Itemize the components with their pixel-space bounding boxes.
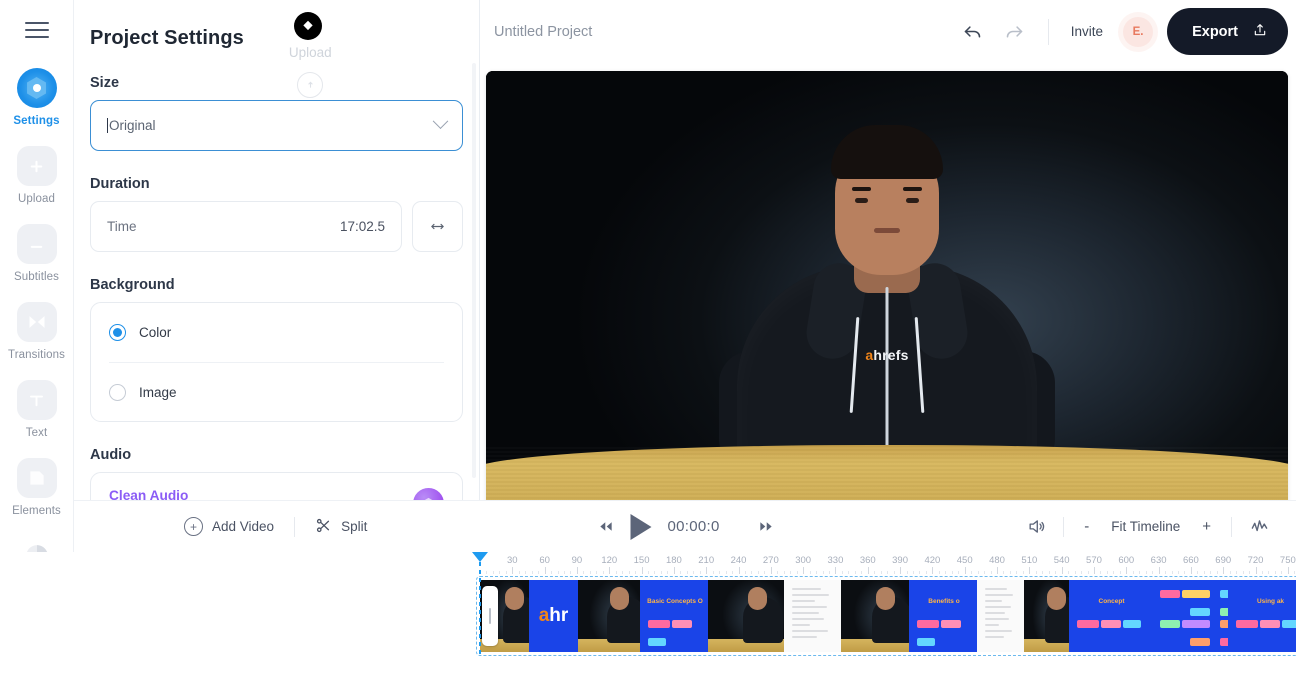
rewind-icon[interactable] [598, 518, 615, 535]
split-label: Split [341, 519, 368, 534]
share-upload-icon [1252, 22, 1268, 42]
export-button-label: Export [1192, 23, 1238, 40]
sidebar-item-settings[interactable]: Settings [0, 68, 74, 127]
radio-color[interactable] [109, 324, 126, 341]
plus-icon [16, 146, 57, 186]
paint-bucket-icon[interactable] [293, 12, 322, 40]
transport-controls: 00:00:0 [598, 513, 775, 540]
playhead-handle-icon[interactable] [472, 552, 488, 562]
zoom-out-button[interactable]: - [1074, 518, 1099, 535]
subtitles-icon [16, 224, 57, 264]
transitions-icon [16, 302, 57, 342]
sidebar-item-elements[interactable]: Elements [0, 458, 74, 517]
timeline-zoom-controls: - Fit Timeline + [1019, 510, 1276, 544]
timeline-clip-thumbnail[interactable]: Concept [1069, 580, 1152, 652]
invite-button[interactable]: Invite [1065, 24, 1109, 39]
background-card: Color #000000 Image Upload [90, 12, 463, 422]
playbar-divider-2 [1063, 516, 1065, 537]
sidebar-item-text[interactable]: Text [0, 380, 74, 439]
speaker-volume-icon[interactable] [1019, 510, 1053, 544]
gear-icon [16, 68, 57, 108]
avatar[interactable]: E. [1123, 16, 1154, 47]
sidebar-item-transitions[interactable]: Transitions [0, 302, 74, 361]
toolbar-divider [1047, 18, 1049, 45]
undo-arrow-icon[interactable] [956, 15, 990, 49]
timeline: 30 60 90 120 150 180 210 240 270 300 330 360 390 420 4… [0, 552, 1296, 695]
hamburger-icon[interactable] [24, 22, 49, 38]
timeline-track: a hr Basic Concepts O Benefits o Concept Usin… [476, 576, 1296, 656]
background-image-row[interactable]: Image Upload [109, 45, 444, 421]
scissors-icon [315, 517, 332, 537]
duration-field-label: Time [107, 219, 137, 234]
timeline-clip-thumbnail[interactable] [784, 580, 841, 652]
radio-image[interactable] [109, 383, 126, 401]
waveform-icon[interactable] [1242, 510, 1276, 544]
current-timecode: 00:00:0 [667, 518, 720, 535]
trim-handle-left[interactable] [482, 586, 498, 646]
sidebar-item-subtitles[interactable]: Subtitles [0, 224, 74, 283]
hoodie-brand-logo: ahrefs [865, 347, 909, 363]
fit-timeline-button[interactable]: Fit Timeline [1099, 519, 1192, 534]
timeline-clip-thumbnail[interactable] [578, 580, 640, 652]
timeline-ticks: 30 60 90 120 150 180 210 240 270 300 330 360 390 420 4… [480, 552, 1296, 574]
sidebar-item-label: Text [25, 427, 48, 439]
timeline-ruler[interactable]: 30 60 90 120 150 180 210 240 270 300 330 360 390 420 4… [472, 552, 1296, 656]
redo-arrow-icon[interactable] [998, 15, 1032, 49]
timeline-clip-thumbnail[interactable] [1152, 580, 1228, 652]
split-button[interactable]: Split [315, 517, 367, 537]
playback-toolbar: + Add Video Split 00:00:0 - Fit Timeline… [74, 500, 1296, 552]
timeline-clip-thumbnail[interactable] [708, 580, 784, 652]
timeline-clip-thumbnail[interactable]: Basic Concepts O [640, 580, 708, 652]
text-t-icon [16, 380, 57, 420]
timeline-clip-thumbnail[interactable] [1024, 580, 1069, 652]
sidebar-item-label: Settings [13, 115, 60, 127]
timeline-clip-thumbnail[interactable]: Benefits o [909, 580, 977, 652]
playhead-line [479, 562, 481, 656]
video-editor-app: Settings Upload Subtitles Transitions Te [0, 0, 1296, 695]
playbar-divider-3 [1231, 516, 1232, 537]
size-select-value: Original [109, 118, 156, 133]
fast-forward-icon[interactable] [758, 518, 775, 535]
background-color-label: Color [139, 325, 172, 340]
background-image-upload-label: Upload [288, 44, 332, 60]
timeline-clip-thumbnail[interactable] [841, 580, 909, 652]
sidebar-item-label: Transitions [8, 349, 65, 361]
zoom-in-button[interactable]: + [1192, 518, 1221, 535]
export-button[interactable]: Export [1167, 8, 1288, 55]
add-video-button[interactable]: + Add Video [184, 517, 274, 536]
upload-cloud-icon[interactable] [297, 71, 324, 98]
sidebar-item-upload[interactable]: Upload [0, 146, 74, 205]
sidebar-item-label: Elements [12, 505, 61, 517]
playbar-divider [294, 516, 296, 537]
timeline-clip-thumbnail[interactable]: a hr [529, 580, 578, 652]
timeline-clip-thumbnail[interactable] [977, 580, 1024, 652]
add-video-label: Add Video [212, 519, 275, 534]
text-caret [107, 118, 108, 133]
timeline-clip-thumbnail[interactable]: Using ak [1228, 580, 1296, 652]
top-bar: Untitled Project Invite E. Export [480, 0, 1296, 63]
sidebar-item-label: Subtitles [13, 271, 59, 283]
video-clip-strip[interactable]: a hr Basic Concepts O Benefits o Concept Usin… [480, 580, 1296, 652]
editor-main: Untitled Project Invite E. Export ahrefs… [0, 0, 1296, 695]
panel-scrollbar[interactable] [472, 63, 476, 478]
video-canvas[interactable]: ahrefs [486, 71, 1288, 523]
sidebar-item-label: Upload [17, 193, 56, 205]
project-name[interactable]: Untitled Project [494, 24, 592, 40]
play-icon[interactable] [630, 513, 652, 540]
elements-icon [16, 458, 57, 498]
plus-circle-icon: + [184, 517, 203, 536]
